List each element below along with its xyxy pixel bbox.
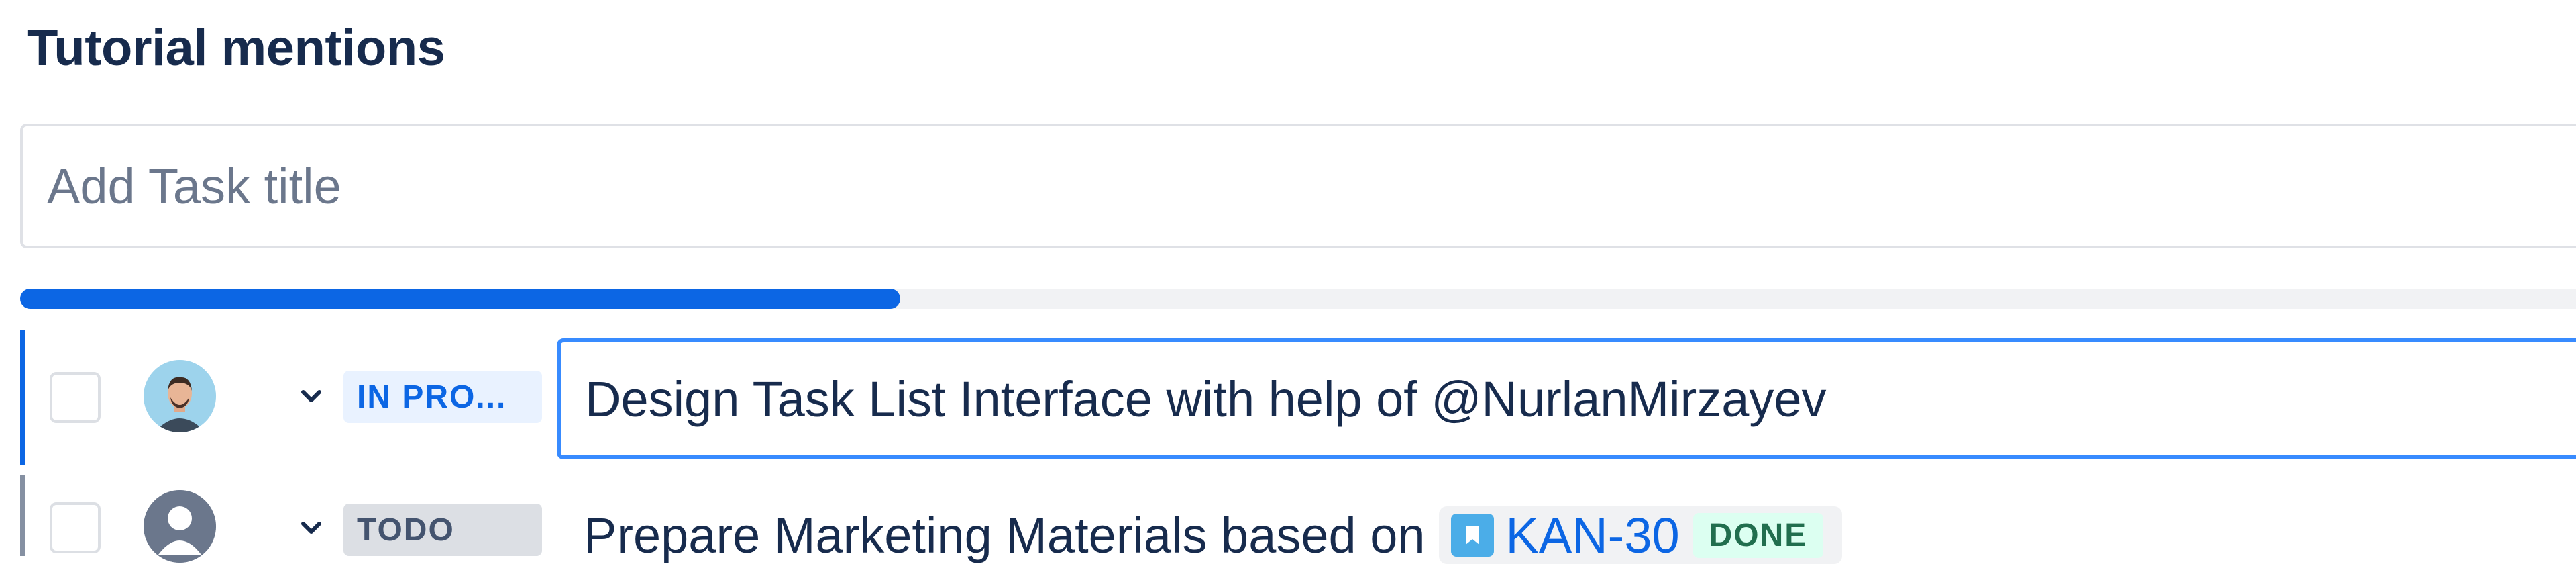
issue-key: KAN-30 (1505, 507, 1680, 563)
progress-bar (20, 289, 2576, 309)
default-user-icon (144, 490, 216, 563)
status-badge[interactable]: TODO (343, 504, 542, 556)
person-avatar-icon (144, 360, 216, 432)
issue-link[interactable]: KAN-30 DONE (1438, 506, 1843, 564)
task-checkbox[interactable] (50, 502, 101, 553)
task-title-input[interactable] (20, 124, 2576, 248)
avatar[interactable] (144, 360, 216, 432)
task-checkbox[interactable] (50, 372, 101, 423)
issue-status-badge: DONE (1693, 512, 1824, 558)
task-title-text: Prepare Marketing Materials based on (584, 507, 1426, 563)
task-title-editor[interactable] (557, 338, 2576, 459)
chevron-down-icon[interactable] (294, 379, 329, 414)
status-badge[interactable]: IN PRO... (343, 371, 542, 423)
task-title[interactable]: Prepare Marketing Materials based on KAN… (584, 506, 1843, 564)
progress-fill (20, 289, 901, 309)
story-icon (1450, 514, 1494, 557)
avatar[interactable] (144, 490, 216, 563)
task-row[interactable]: TODO Prepare Marketing Materials based o… (20, 475, 2576, 564)
task-row[interactable]: IN PRO... (20, 330, 2576, 465)
section-title: Tutorial mentions (27, 19, 445, 77)
chevron-down-icon[interactable] (294, 510, 329, 545)
